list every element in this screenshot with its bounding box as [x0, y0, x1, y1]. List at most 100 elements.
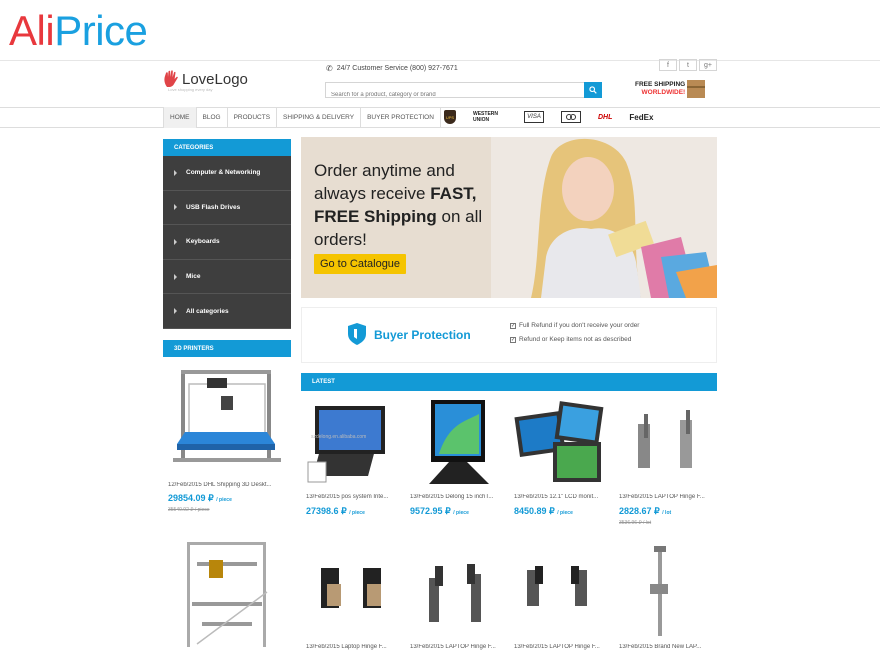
protection-point: ✓ Refund or Keep items not as described: [510, 336, 632, 343]
product-image[interactable]: [513, 394, 608, 489]
product-price: 27398.6 ₽ / piece: [306, 506, 365, 516]
product-caption[interactable]: 13/Feb/2015 Brand New LAP...: [614, 644, 717, 650]
product-card[interactable]: 13/Feb/2015 LAPTOP Hinge F...: [509, 544, 612, 650]
twitter-icon[interactable]: t: [679, 59, 697, 71]
buyer-protection-box: Buyer Protection ✓ Full Refund if you don…: [301, 307, 717, 363]
search-input[interactable]: [326, 88, 584, 102]
product-image[interactable]: [167, 362, 287, 480]
box-icon: [687, 80, 706, 98]
sidebar-product[interactable]: [163, 532, 291, 652]
brand-ali: Ali: [9, 7, 55, 54]
payment-logos: UPS WESTERN UNION VISA DHL FedEx: [444, 109, 653, 125]
product-image[interactable]: [409, 544, 504, 639]
product-caption[interactable]: 13/Feb/2015 LAPTOP Hinge F...: [405, 644, 508, 650]
product-caption[interactable]: 13/Feb/2015 LAPTOP Hinge F...: [614, 494, 717, 500]
chevron-right-icon: [174, 169, 177, 176]
laptop-hinge-image: [321, 568, 381, 608]
product-image[interactable]: szdelong.en.alibaba.com: [305, 394, 400, 489]
product-card[interactable]: 13/Feb/2015 12.1" LCD monit... 8450.89 ₽…: [509, 394, 612, 517]
social-links: f t g+: [659, 59, 717, 71]
nav-home[interactable]: HOME: [163, 107, 197, 128]
ups-logo: UPS: [444, 110, 456, 124]
free-shipping-line2: WORLDWIDE!: [641, 89, 686, 96]
shield-icon: [348, 323, 366, 345]
product-card[interactable]: 13/Feb/2015 Delong 15 inchT... 9572.95 ₽…: [405, 394, 508, 517]
phone-icon: ✆: [326, 64, 333, 73]
category-computer-networking[interactable]: Computer & Networking: [163, 156, 291, 191]
laptop-hinge-image: [527, 566, 587, 606]
category-keyboards[interactable]: Keyboards: [163, 225, 291, 260]
pos-system-image: [307, 406, 385, 483]
product-card[interactable]: 13/Feb/2015 LAPTOP Hinge F... 2828.67 ₽ …: [614, 394, 717, 526]
product-image[interactable]: [618, 544, 713, 639]
product-card[interactable]: szdelong.en.alibaba.com 13/Feb/2015 pos …: [301, 394, 404, 517]
store-tagline: Love shopping every day: [168, 87, 213, 92]
chevron-right-icon: [174, 308, 177, 315]
sidebar-product[interactable]: 12/Feb/2015 DHL Shipping 3D Deskt... 298…: [163, 362, 291, 513]
category-label: Computer & Networking: [186, 169, 261, 177]
dhl-logo: DHL: [598, 113, 613, 121]
search-button[interactable]: [584, 82, 602, 98]
shopping-woman-image: [491, 137, 717, 298]
aliprice-logo[interactable]: AliPrice: [9, 7, 148, 54]
product-caption[interactable]: 13/Feb/2015 LAPTOP Hinge F...: [509, 644, 612, 650]
search-icon: [589, 86, 597, 94]
product-old-price: 3536.96 ₽ / lot: [619, 520, 652, 526]
check-icon: ✓: [510, 336, 516, 343]
categories-list: Computer & Networking USB Flash Drives K…: [163, 156, 291, 329]
category-usb-flash[interactable]: USB Flash Drives: [163, 190, 291, 226]
product-card[interactable]: 13/Feb/2015 Laptop Hinge F...: [301, 544, 404, 650]
category-label: Keyboards: [186, 238, 220, 246]
chevron-right-icon: [174, 204, 177, 211]
facebook-icon[interactable]: f: [659, 59, 677, 71]
nav-blog[interactable]: BLOG: [197, 107, 228, 128]
fedex-logo: FedEx: [629, 112, 654, 122]
product-image[interactable]: [618, 394, 713, 489]
product-card[interactable]: 13/Feb/2015 Brand New LAP...: [614, 544, 717, 650]
monitor-image: [429, 400, 489, 484]
latest-header: LATEST: [301, 373, 717, 391]
category-mice[interactable]: Mice: [163, 259, 291, 295]
laptop-hinge-image: [638, 410, 692, 468]
product-caption[interactable]: 12/Feb/2015 DHL Shipping 3D Deskt...: [163, 482, 291, 488]
buyer-protection-title: Buyer Protection: [374, 328, 471, 342]
free-shipping-line1: FREE SHIPPING: [635, 81, 686, 88]
main-nav: HOME BLOG PRODUCTS SHIPPING & DELIVERY B…: [163, 107, 441, 128]
product-image[interactable]: [167, 532, 287, 652]
nav-buyer-protection[interactable]: BUYER PROTECTION: [361, 107, 441, 128]
store-logo[interactable]: LoveLogo: [163, 70, 248, 88]
western-union-logo: WESTERN UNION: [473, 111, 498, 123]
vga-hinge-image: [650, 546, 668, 636]
product-caption[interactable]: 13/Feb/2015 Delong 15 inchT...: [405, 494, 508, 500]
google-plus-icon[interactable]: g+: [699, 59, 717, 71]
product-card[interactable]: 13/Feb/2015 LAPTOP Hinge F...: [405, 544, 508, 650]
chevron-right-icon: [174, 238, 177, 245]
product-price: 9572.95 ₽ / piece: [410, 506, 469, 516]
lcd-monitors-image: [514, 401, 604, 482]
product-price: 29854.09 ₽ / piece: [168, 493, 232, 503]
3d-printers-header: 3D PRINTERS: [163, 340, 291, 357]
product-old-price: 35540.92 ₽ / piece: [168, 507, 210, 513]
go-to-catalogue-button[interactable]: Go to Catalogue: [314, 254, 406, 274]
visa-logo: VISA: [524, 111, 544, 123]
chevron-right-icon: [174, 273, 177, 280]
category-label: Mice: [186, 273, 201, 281]
nav-shipping[interactable]: SHIPPING & DELIVERY: [277, 107, 362, 128]
product-image[interactable]: [409, 394, 504, 489]
laptop-hinge-image: [429, 564, 481, 622]
product-caption[interactable]: 13/Feb/2015 pos system Inte...: [301, 494, 404, 500]
3d-printer-image: [173, 370, 281, 462]
nav-products[interactable]: PRODUCTS: [228, 107, 278, 128]
product-caption[interactable]: 13/Feb/2015 12.1" LCD monit...: [509, 494, 612, 500]
aliprice-header: AliPrice: [0, 0, 880, 60]
customer-service: ✆ 24/7 Customer Service (800) 927-7671: [326, 64, 458, 73]
category-all[interactable]: All categories: [163, 294, 291, 329]
product-caption[interactable]: 13/Feb/2015 Laptop Hinge F...: [301, 644, 404, 650]
categories-header: CATEGORIES: [163, 139, 291, 156]
protection-point: ✓ Full Refund if you don't receive your o…: [510, 322, 640, 329]
product-image[interactable]: [513, 544, 608, 639]
hero-banner[interactable]: Order anytime and always receive FAST, F…: [301, 137, 717, 298]
product-image[interactable]: [305, 544, 400, 639]
store-logo-text: LoveLogo: [182, 70, 248, 88]
check-icon: ✓: [510, 322, 516, 329]
